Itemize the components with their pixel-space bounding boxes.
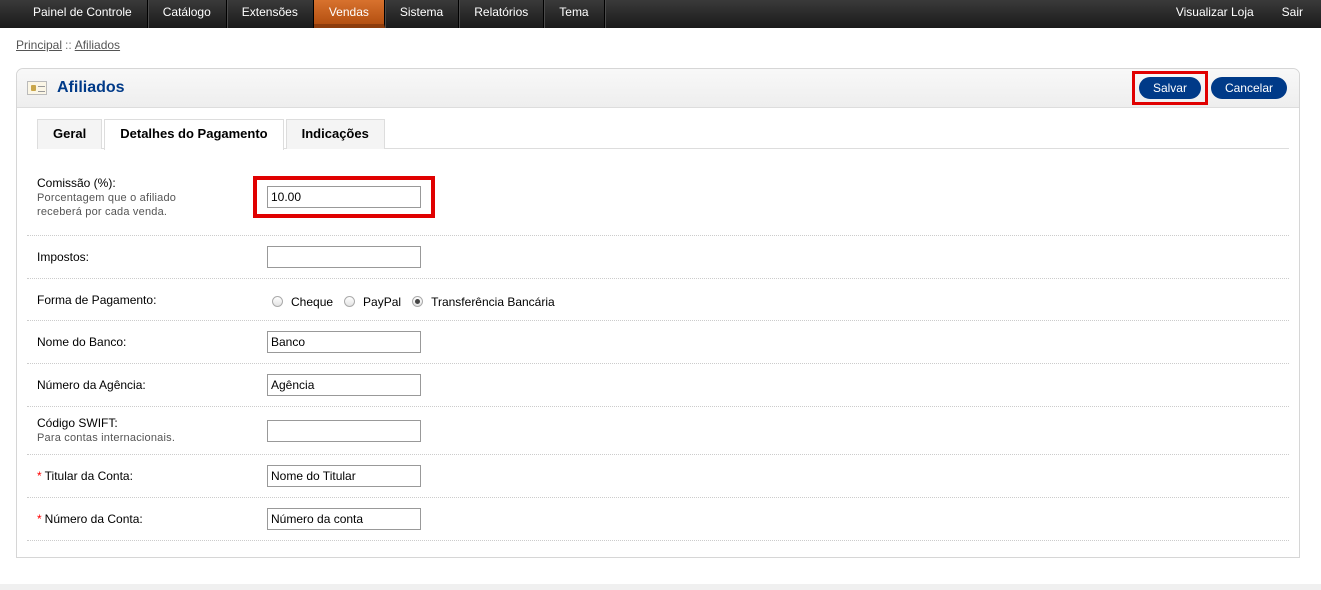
- radio-cheque-label[interactable]: Cheque: [291, 295, 333, 309]
- page-content: Principal:: Afiliados Afiliados Salvar Ca…: [0, 28, 1321, 584]
- cancel-button[interactable]: Cancelar: [1210, 77, 1287, 99]
- nav-reports[interactable]: Relatórios: [459, 0, 545, 28]
- radio-cheque[interactable]: [272, 296, 283, 307]
- row-payment-method: Forma de Pagamento: Cheque PayPal Transf…: [27, 279, 1289, 321]
- account-holder-label-block: * Titular da Conta:: [37, 469, 267, 483]
- payment-method-label: Forma de Pagamento:: [37, 292, 157, 307]
- nav-sales[interactable]: Vendas: [313, 0, 385, 28]
- breadcrumb-current-link[interactable]: Afiliados: [75, 38, 120, 52]
- payment-details-form: Comissão (%): Porcentagem que o afiliado…: [27, 159, 1289, 541]
- box-title: Afiliados: [27, 79, 125, 97]
- affiliate-card-icon: [27, 81, 47, 95]
- swift-input[interactable]: [267, 419, 421, 442]
- radio-paypal-label[interactable]: PayPal: [363, 295, 401, 309]
- commission-input[interactable]: [267, 186, 421, 208]
- nav-theme[interactable]: Tema: [544, 0, 605, 28]
- save-button[interactable]: Salvar: [1138, 77, 1201, 99]
- nav-system[interactable]: Sistema: [385, 0, 460, 28]
- row-bank-name: Nome do Banco:: [27, 321, 1289, 364]
- radio-bank-transfer[interactable]: [412, 296, 424, 307]
- account-number-label-block: * Número da Conta:: [37, 512, 267, 526]
- bank-name-input[interactable]: [267, 331, 421, 353]
- bank-name-label: Nome do Banco:: [37, 335, 127, 349]
- nav-view-store[interactable]: Visualizar Loja: [1166, 0, 1272, 28]
- affiliate-form-box: Afiliados Salvar Cancelar Geral Detalhes…: [16, 68, 1300, 558]
- branch-number-input[interactable]: [267, 374, 421, 396]
- required-marker: *: [37, 512, 42, 526]
- commission-help-line2: receberá por cada venda.: [37, 205, 168, 218]
- account-holder-label: Titular da Conta:: [44, 469, 133, 483]
- swift-help: Para contas internacionais.: [37, 432, 176, 444]
- row-tax: Impostos:: [27, 236, 1289, 279]
- row-commission: Comissão (%): Porcentagem que o afiliado…: [27, 159, 1289, 236]
- top-navigation: Painel de Controle Catálogo Extensões Ve…: [0, 0, 1321, 28]
- right-menu: Visualizar Loja Sair: [1166, 0, 1321, 28]
- row-branch-number: Número da Agência:: [27, 364, 1289, 407]
- nav-extensions[interactable]: Extensões: [227, 0, 314, 28]
- commission-help-line1: Porcentagem que o afiliado: [37, 191, 177, 204]
- action-buttons: Salvar Cancelar: [1131, 71, 1287, 105]
- account-holder-input[interactable]: [267, 465, 421, 487]
- row-swift: Código SWIFT: Para contas internacionais…: [27, 407, 1289, 455]
- footer-strip: [0, 584, 1321, 590]
- radio-bank-transfer-label[interactable]: Transferência Bancária: [431, 295, 555, 309]
- commission-label-block: Comissão (%): Porcentagem que o afiliado…: [37, 176, 267, 219]
- row-account-number: * Número da Conta:: [27, 498, 1289, 541]
- nav-logout[interactable]: Sair: [1272, 0, 1321, 28]
- radio-paypal[interactable]: [344, 296, 356, 307]
- swift-label: Código SWIFT:: [37, 416, 118, 430]
- save-button-highlight: Salvar: [1131, 71, 1208, 105]
- tax-input[interactable]: [267, 246, 421, 268]
- breadcrumb-home-link[interactable]: Principal: [16, 38, 62, 52]
- form-tabs: Geral Detalhes do Pagamento Indicações: [37, 119, 1289, 150]
- nav-dashboard[interactable]: Painel de Controle: [18, 0, 148, 28]
- payment-method-options: Cheque PayPal Transferência Bancária: [267, 295, 561, 309]
- branch-number-label: Número da Agência:: [37, 378, 146, 392]
- breadcrumb-separator: ::: [65, 38, 72, 52]
- main-menu: Painel de Controle Catálogo Extensões Ve…: [0, 0, 605, 28]
- tab-referrals[interactable]: Indicações: [285, 119, 385, 149]
- account-number-input[interactable]: [267, 508, 421, 530]
- tab-payment-details[interactable]: Detalhes do Pagamento: [104, 119, 284, 150]
- nav-catalog[interactable]: Catálogo: [148, 0, 227, 28]
- tab-general[interactable]: Geral: [37, 119, 103, 149]
- box-heading: Afiliados Salvar Cancelar: [17, 69, 1299, 108]
- breadcrumb: Principal:: Afiliados: [16, 38, 120, 52]
- page-title: Afiliados: [57, 79, 125, 96]
- tax-label: Impostos:: [37, 250, 90, 264]
- account-number-label: Número da Conta:: [44, 512, 143, 526]
- row-account-holder: * Titular da Conta:: [27, 455, 1289, 498]
- commission-label: Comissão (%):: [37, 175, 116, 190]
- commission-input-highlight: [253, 176, 435, 218]
- swift-label-block: Código SWIFT: Para contas internacionais…: [37, 416, 267, 445]
- required-marker: *: [37, 469, 42, 483]
- commission-help: Porcentagem que o afiliado receberá por c…: [37, 191, 267, 219]
